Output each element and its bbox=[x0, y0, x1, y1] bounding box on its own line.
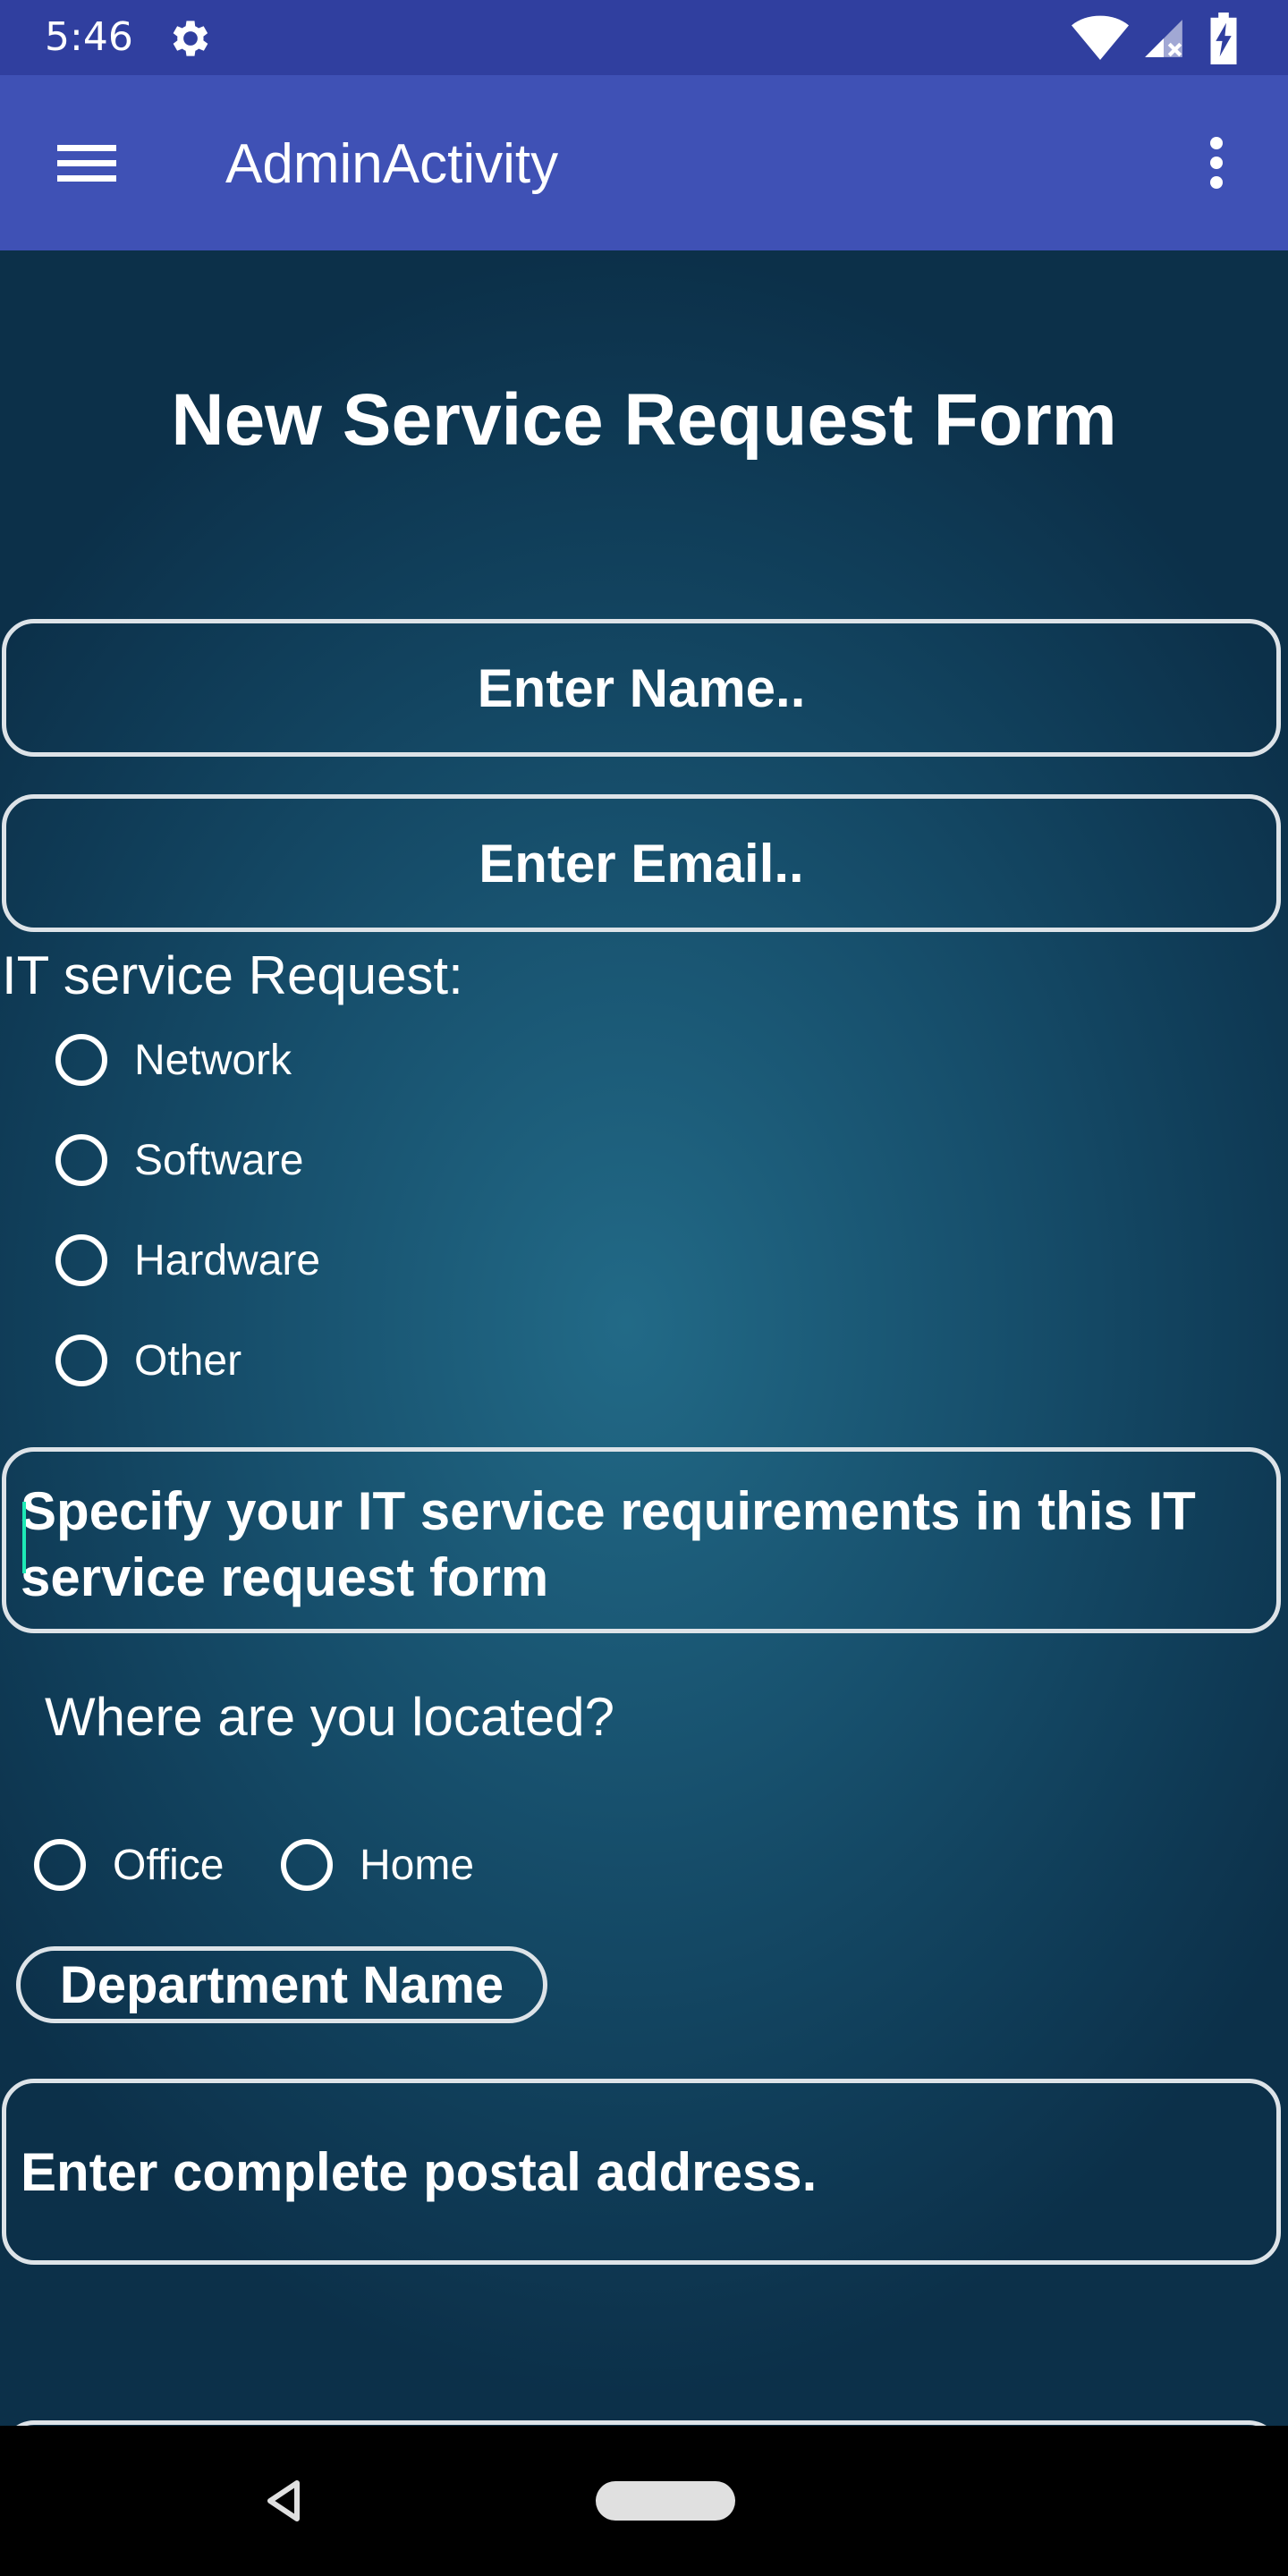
radio-button-icon[interactable] bbox=[281, 1839, 333, 1891]
radio-hardware[interactable]: Hardware bbox=[55, 1220, 320, 1301]
radio-software[interactable]: Software bbox=[55, 1120, 303, 1200]
hamburger-menu-icon[interactable] bbox=[45, 127, 131, 199]
radio-label: Hardware bbox=[134, 1236, 321, 1284]
radio-label: Home bbox=[360, 1841, 475, 1889]
radio-label: Software bbox=[134, 1136, 304, 1184]
gear-icon bbox=[173, 21, 208, 56]
back-icon[interactable] bbox=[259, 2476, 309, 2526]
radio-network[interactable]: Network bbox=[55, 1020, 292, 1100]
radio-button-icon[interactable] bbox=[55, 1234, 107, 1286]
form-content[interactable]: New Service Request Form Enter Name.. En… bbox=[0, 250, 1288, 2426]
radio-home[interactable]: Home bbox=[281, 1825, 474, 1905]
location-label: Where are you located? bbox=[45, 1687, 615, 1747]
wifi-icon bbox=[1072, 15, 1129, 61]
radio-button-icon[interactable] bbox=[55, 1134, 107, 1186]
radio-other[interactable]: Other bbox=[55, 1320, 242, 1401]
signal-icon bbox=[1145, 20, 1182, 57]
form-title: New Service Request Form bbox=[171, 379, 1117, 461]
status-time: 5:46 bbox=[45, 14, 133, 60]
screen: 5:46 AdminActivity New Service Request F… bbox=[0, 0, 1288, 2576]
requirements-field[interactable]: Specify your IT service requirements in … bbox=[2, 1447, 1281, 1633]
requirements-text: Specify your IT service requirements in … bbox=[21, 1481, 1196, 1607]
radio-button-icon[interactable] bbox=[55, 1335, 107, 1386]
navigation-bar bbox=[0, 2426, 1288, 2576]
radio-office[interactable]: Office bbox=[34, 1825, 225, 1905]
battery-icon bbox=[1210, 13, 1237, 64]
radio-label: Office bbox=[113, 1841, 225, 1889]
address-field[interactable]: Enter complete postal address. bbox=[2, 2079, 1281, 2265]
home-pill[interactable] bbox=[596, 2481, 735, 2521]
radio-label: Other bbox=[134, 1336, 242, 1385]
radio-button-icon[interactable] bbox=[34, 1839, 86, 1891]
app-title: AdminActivity bbox=[225, 133, 559, 195]
name-field[interactable]: Enter Name.. bbox=[2, 619, 1281, 757]
radio-button-icon[interactable] bbox=[55, 1034, 107, 1086]
text-cursor bbox=[22, 1502, 26, 1573]
email-field[interactable]: Enter Email.. bbox=[2, 794, 1281, 932]
department-field[interactable]: Department Name bbox=[16, 1946, 547, 2023]
app-bar: AdminActivity bbox=[0, 75, 1288, 250]
it-service-label: IT service Request: bbox=[2, 945, 463, 1005]
status-bar: 5:46 bbox=[0, 0, 1288, 75]
radio-label: Network bbox=[134, 1036, 292, 1084]
more-options-icon[interactable] bbox=[1190, 127, 1243, 199]
